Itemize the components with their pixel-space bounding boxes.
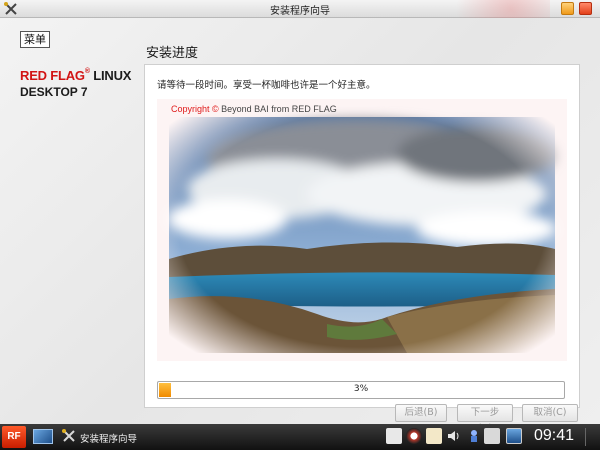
volume-icon[interactable] [446,428,462,444]
cancel-button[interactable]: 取消(C) [522,404,578,422]
brand-red-text: RED FLAG [20,68,85,83]
start-button[interactable]: RF [2,426,26,448]
content-panel: 请等待一段时间。享受一杯咖啡也许是一个好主意。 Copyright © Beyo… [144,64,580,408]
page-title: 安装进度 [146,46,199,61]
slideshow-image: Copyright © Beyond BAI from RED FLAG [157,99,567,361]
taskbar: RF 安装程序向导 09:41 [0,424,600,450]
brand-logo: RED FLAG® LINUX DESKTOP 7 [20,68,131,99]
display-icon[interactable] [506,428,522,444]
back-button[interactable]: 后退(B) [395,404,447,422]
tools-icon [61,428,77,446]
wait-message: 请等待一段时间。享受一杯咖啡也许是一个好主意。 [157,80,376,91]
next-button[interactable]: 下一步(N) [457,404,513,434]
landscape-photo [157,99,567,361]
window-title: 安装程序向导 [270,6,330,17]
show-desktop-icon[interactable] [33,429,53,444]
close-button[interactable] [579,2,592,15]
minimize-button[interactable] [561,2,574,15]
brand-black-text: LINUX [89,68,132,83]
installer-window: 菜单 RED FLAG® LINUX DESKTOP 7 安装进度 请等待一段时… [0,18,600,434]
menu-button[interactable]: 菜单 [20,31,50,48]
network-icon[interactable] [484,428,500,444]
copyright-owner: Beyond BAI from RED FLAG [221,104,337,114]
clipboard-icon[interactable] [426,428,442,444]
copyright-red: Copyright © [171,104,222,114]
progress-percent: 3% [353,384,369,394]
taskbar-separator [585,428,591,446]
copyright-text: Copyright © Beyond BAI from RED FLAG [171,104,337,114]
mail-icon[interactable] [466,428,482,444]
title-bar: 安装程序向导 [0,0,600,18]
chat-icon[interactable] [406,428,422,444]
clock[interactable]: 09:41 [534,427,574,445]
install-progress-bar: 3% [157,381,565,399]
taskbar-item-label: 安装程序向导 [80,434,138,445]
brand-subtitle: DESKTOP 7 [20,85,88,99]
keyboard-icon[interactable] [386,428,402,444]
